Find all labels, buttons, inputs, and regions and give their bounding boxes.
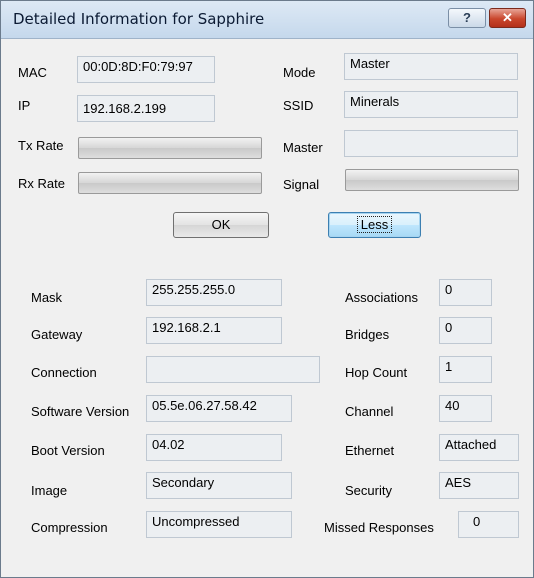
mode-label: Mode	[283, 65, 316, 80]
less-button[interactable]: Less	[328, 212, 421, 238]
less-button-label: Less	[356, 216, 393, 233]
missed-responses-label: Missed Responses	[324, 520, 434, 535]
ip-label: IP	[18, 98, 31, 113]
master-field	[344, 130, 518, 157]
mask-field: 255.255.255.0	[146, 279, 282, 306]
master-label: Master	[283, 140, 323, 155]
gateway-label: Gateway	[31, 327, 83, 342]
software-version-field: 05.5e.06.27.58.42	[146, 395, 292, 422]
rxrate-bar	[78, 172, 262, 194]
ssid-label: SSID	[283, 98, 314, 113]
title-bar[interactable]: Detailed Information for Sapphire ? ✕	[1, 1, 533, 39]
boot-version-label: Boot Version	[31, 443, 105, 458]
mac-field: 00:0D:8D:F0:79:97	[77, 56, 215, 83]
txrate-bar	[78, 137, 262, 159]
compression-field: Uncompressed	[146, 511, 292, 538]
hop-count-field: 1	[439, 356, 492, 383]
security-label: Security	[345, 483, 392, 498]
channel-label: Channel	[345, 404, 394, 419]
connection-label: Connection	[31, 365, 97, 380]
window-title: Detailed Information for Sapphire	[13, 10, 265, 28]
mode-field: Master	[344, 53, 518, 80]
ip-field: 192.168.2.199	[77, 95, 215, 122]
txrate-label: Tx Rate	[18, 138, 64, 153]
rxrate-label: Rx Rate	[18, 176, 65, 191]
close-button[interactable]: ✕	[489, 8, 526, 28]
ethernet-label: Ethernet	[345, 443, 395, 458]
detail-dialog: Detailed Information for Sapphire ? ✕ MA…	[0, 0, 534, 578]
mask-label: Mask	[31, 290, 63, 305]
associations-field: 0	[439, 279, 492, 306]
ok-button-label: OK	[211, 217, 231, 232]
boot-version-field: 04.02	[146, 434, 282, 461]
bridges-field: 0	[439, 317, 492, 344]
missed-responses-field: 0	[458, 511, 519, 538]
security-field: AES	[439, 472, 519, 499]
help-button[interactable]: ?	[448, 8, 486, 28]
associations-label: Associations	[345, 290, 418, 305]
close-icon: ✕	[502, 10, 513, 25]
channel-field: 40	[439, 395, 492, 422]
help-icon: ?	[463, 10, 471, 25]
compression-label: Compression	[31, 520, 108, 535]
image-label: Image	[31, 483, 68, 498]
ssid-field: Minerals	[344, 91, 518, 118]
bridges-label: Bridges	[345, 327, 390, 342]
gateway-field: 192.168.2.1	[146, 317, 282, 344]
ok-button[interactable]: OK	[173, 212, 269, 238]
signal-label: Signal	[283, 177, 320, 192]
mac-label: MAC	[18, 65, 47, 80]
connection-field	[146, 356, 320, 383]
ethernet-field: Attached	[439, 434, 519, 461]
image-field: Secondary	[146, 472, 292, 499]
hop-count-label: Hop Count	[345, 365, 408, 380]
software-version-label: Software Version	[31, 404, 130, 419]
signal-bar	[345, 169, 519, 191]
